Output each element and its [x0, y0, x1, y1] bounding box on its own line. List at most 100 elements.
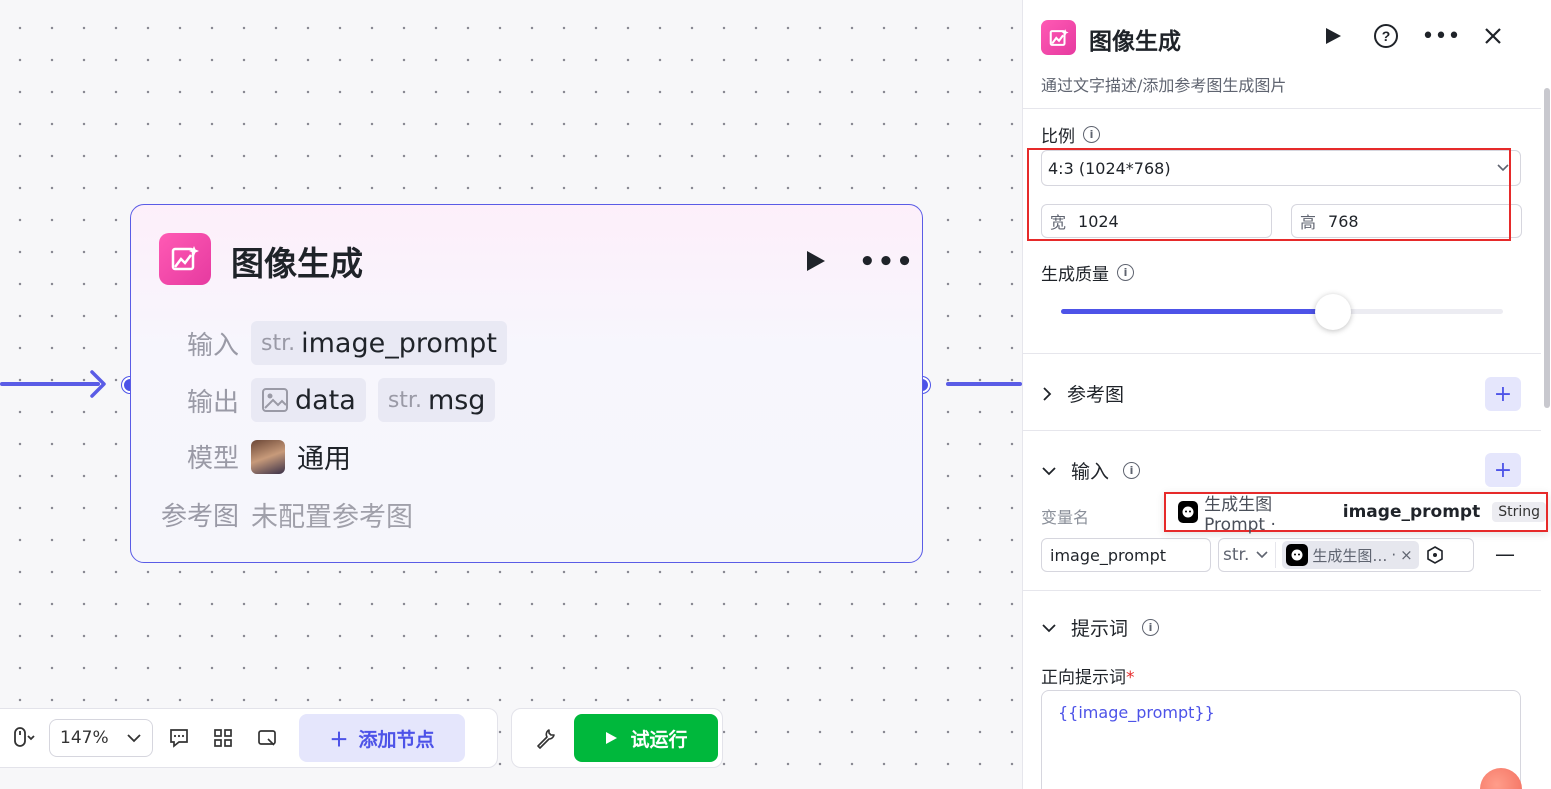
required-mark: * [1126, 668, 1135, 688]
panel-title: 图像生成 [1089, 29, 1181, 55]
plus-icon: ＋ [329, 728, 349, 751]
divider [1023, 430, 1541, 431]
node-model-row: 模型 通用 [159, 437, 351, 476]
image-generate-icon [1041, 20, 1076, 55]
divider [1023, 353, 1541, 354]
add-reference-button[interactable]: + [1485, 377, 1521, 411]
output-msg-chip: str. msg [377, 378, 496, 422]
info-icon[interactable]: i [1123, 462, 1141, 479]
slider-thumb[interactable] [1314, 294, 1351, 330]
quality-slider[interactable] [1061, 294, 1503, 330]
variable-picker-icon[interactable] [1425, 545, 1445, 565]
panel-description: 通过文字描述/添加参考图生成图片 [1041, 76, 1287, 95]
model-avatar [251, 439, 285, 474]
layout-grid-icon[interactable] [205, 720, 241, 756]
image-generation-node[interactable]: 图像生成 ••• 输入 str. image_prompt 输出 data st… [130, 204, 923, 563]
output-data-name: data [295, 384, 356, 416]
incoming-edge[interactable] [0, 382, 100, 386]
input-chip: str. image_prompt [251, 321, 507, 365]
add-input-button[interactable]: + [1485, 453, 1521, 487]
node-run-icon[interactable] [803, 249, 827, 273]
mouse-mode-icon[interactable] [5, 720, 41, 756]
chevron-down-icon [127, 734, 141, 743]
highlight-box [1027, 148, 1511, 241]
help-icon[interactable]: ? [1373, 23, 1399, 49]
remove-icon[interactable]: × [1400, 546, 1413, 564]
node-more-icon[interactable]: ••• [859, 247, 915, 277]
node-title: 图像生成 [231, 244, 363, 283]
dot-separator: · [1391, 546, 1397, 564]
image-generate-icon [159, 233, 211, 285]
variable-name-value: image_prompt [1050, 545, 1167, 565]
zoom-select[interactable]: 147% [49, 719, 153, 757]
node-input-row: 输入 str. image_prompt [159, 321, 507, 365]
more-icon[interactable]: ••• [1422, 22, 1461, 50]
zoom-value: 147% [60, 728, 109, 748]
canvas-toolbar: 147% ＋ 添加节点 [0, 708, 498, 768]
tooltip-type-badge: String [1492, 502, 1546, 522]
minimap-icon[interactable] [249, 720, 285, 756]
variable-tooltip: 生成生图 Prompt · image_prompt String [1164, 492, 1548, 535]
positive-prompt-editor[interactable]: {{image_prompt}} [1041, 690, 1521, 789]
panel-actions: ? ••• [1323, 22, 1503, 50]
reference-section[interactable]: 参考图 [1041, 380, 1124, 407]
svg-text:?: ? [1382, 28, 1391, 44]
positive-prompt-label: 正向提示词* [1041, 663, 1135, 688]
slider-fill [1061, 309, 1333, 314]
info-icon[interactable]: i [1083, 126, 1100, 143]
node-reference-row: 参考图 未配置参考图 [159, 495, 413, 534]
test-run-button[interactable]: 试运行 [574, 714, 718, 762]
variable-reference-field[interactable]: str. 生成生图… · × [1218, 538, 1474, 572]
string-type-label: str. [261, 330, 296, 356]
ratio-label: 比例 i [1041, 122, 1100, 147]
comment-icon[interactable] [161, 720, 197, 756]
test-run-label: 试运行 [630, 728, 688, 751]
quality-label: 生成质量 i [1041, 260, 1134, 285]
reference-value: 未配置参考图 [251, 502, 413, 533]
type-value: str. [1223, 545, 1250, 565]
variable-name-input[interactable]: image_prompt [1041, 538, 1211, 572]
remove-input-icon[interactable]: — [1495, 542, 1515, 566]
workflow-canvas[interactable]: 图像生成 ••• 输入 str. image_prompt 输出 data st… [0, 0, 1022, 789]
positive-prompt-value: {{image_prompt}} [1058, 703, 1215, 722]
run-toolbar: 试运行 [511, 708, 723, 768]
model-label: 模型 [186, 444, 239, 474]
info-icon[interactable]: i [1117, 264, 1134, 281]
chevron-right-icon [1043, 386, 1052, 401]
run-icon[interactable] [1323, 26, 1343, 46]
panel-scrollbar[interactable] [1544, 88, 1550, 408]
image-icon [262, 388, 288, 412]
input-label: 输入 [186, 330, 239, 361]
input-section[interactable]: 输入 i [1041, 457, 1141, 484]
reference-chip[interactable]: 生成生图… · × [1282, 541, 1419, 569]
divider [1023, 590, 1541, 591]
node-config-panel: 图像生成 ? ••• 通过文字描述/添加参考图生成图片 比例 i 4:3 (10… [1022, 0, 1551, 789]
input-section-title: 输入 [1071, 461, 1110, 483]
divider [1023, 108, 1541, 109]
reference-label: 参考图 [160, 502, 239, 532]
node-output-row: 输出 data str. msg [159, 378, 496, 422]
info-icon[interactable]: i [1142, 619, 1160, 636]
reference-chip-label: 生成生图… [1312, 546, 1388, 565]
variable-name-label: 变量名 [1041, 508, 1090, 527]
output-msg-name: msg [427, 384, 486, 416]
ratio-label-text: 比例 [1041, 127, 1075, 147]
add-node-label: 添加节点 [358, 728, 435, 751]
bot-icon [1178, 501, 1199, 523]
edge-arrow-icon [90, 370, 106, 398]
add-node-button[interactable]: ＋ 添加节点 [299, 714, 465, 762]
model-value: 通用 [297, 444, 351, 475]
bot-icon [1286, 544, 1309, 566]
type-select[interactable]: str. [1223, 542, 1277, 568]
close-icon[interactable] [1483, 26, 1503, 46]
play-icon [606, 732, 618, 744]
string-type-label: str. [387, 387, 422, 413]
input-name: image_prompt [301, 327, 497, 359]
outgoing-edge[interactable] [946, 382, 1022, 386]
quality-label-text: 生成质量 [1041, 265, 1109, 285]
output-label: 输出 [186, 387, 239, 418]
wrench-icon[interactable] [528, 720, 564, 756]
chevron-down-icon [1256, 551, 1268, 559]
positive-prompt-label-text: 正向提示词 [1041, 668, 1126, 688]
prompt-section[interactable]: 提示词 i [1041, 614, 1160, 641]
